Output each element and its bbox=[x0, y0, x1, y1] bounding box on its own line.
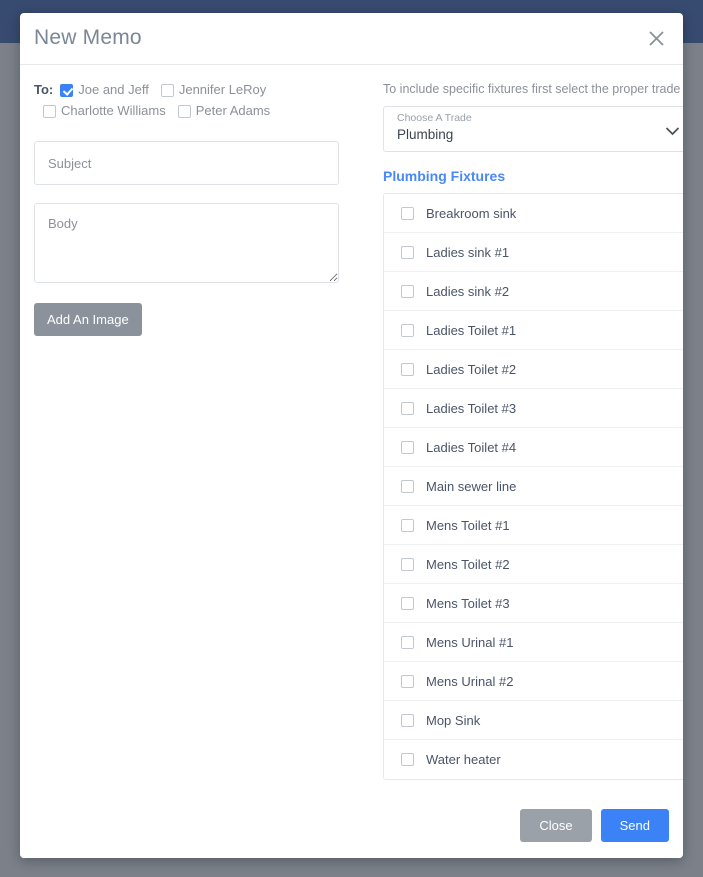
body-input[interactable] bbox=[34, 203, 339, 283]
list-item[interactable]: Ladies sink #1 bbox=[384, 233, 683, 272]
modal-header: New Memo bbox=[20, 13, 683, 65]
fixtures-heading: Plumbing Fixtures bbox=[383, 168, 506, 184]
modal-footer: Close Send bbox=[20, 792, 683, 858]
close-icon bbox=[648, 30, 665, 47]
recipient-label: Jennifer LeRoy bbox=[178, 82, 267, 97]
fixture-label: Mens Urinal #2 bbox=[426, 673, 514, 689]
checkbox-icon[interactable] bbox=[401, 362, 414, 376]
checkbox-icon[interactable] bbox=[401, 440, 414, 454]
recipient-checkbox-1[interactable]: Jennifer LeRoy bbox=[160, 81, 267, 99]
checkbox-icon[interactable] bbox=[401, 206, 414, 220]
list-item[interactable]: Mens Urinal #1 bbox=[384, 623, 683, 662]
fixture-label: Mens Toilet #3 bbox=[426, 595, 510, 611]
fixture-label: Mens Toilet #1 bbox=[426, 517, 510, 533]
list-item[interactable]: Main sewer line bbox=[384, 467, 683, 506]
checkbox-icon[interactable] bbox=[401, 557, 414, 571]
list-item[interactable]: Ladies Toilet #1 bbox=[384, 311, 683, 350]
list-item[interactable]: Mens Toilet #1 bbox=[384, 506, 683, 545]
checkbox-icon[interactable] bbox=[177, 104, 191, 118]
list-item[interactable]: Ladies Toilet #3 bbox=[384, 389, 683, 428]
checkbox-icon[interactable] bbox=[401, 284, 414, 298]
fixture-label: Mop Sink bbox=[426, 712, 481, 728]
list-item[interactable]: Water heater bbox=[384, 740, 683, 779]
checkbox-icon[interactable] bbox=[401, 323, 414, 337]
list-item[interactable]: Mens Urinal #2 bbox=[384, 662, 683, 701]
memo-form-column: To: Joe and Jeff Jennifer LeRoy Charlott… bbox=[34, 81, 359, 792]
fixture-label: Ladies Toilet #1 bbox=[426, 322, 517, 338]
recipients-group: To: Joe and Jeff Jennifer LeRoy Charlott… bbox=[34, 81, 359, 120]
recipient-checkbox-3[interactable]: Peter Adams bbox=[177, 102, 271, 120]
add-image-button[interactable]: Add An Image bbox=[34, 303, 142, 336]
recipients-row-1: To: Joe and Jeff Jennifer LeRoy bbox=[34, 81, 359, 99]
fixtures-hint: To include specific fixtures first selec… bbox=[383, 82, 681, 96]
fixture-label: Ladies sink #1 bbox=[426, 244, 510, 260]
recipient-label: Charlotte Williams bbox=[61, 103, 166, 118]
fixture-label: Ladies sink #2 bbox=[426, 283, 510, 299]
fixture-label: Water heater bbox=[426, 752, 501, 767]
list-item[interactable]: Breakroom sink bbox=[384, 194, 683, 233]
checkbox-icon[interactable] bbox=[401, 401, 414, 415]
recipient-label: Peter Adams bbox=[195, 103, 271, 118]
fixture-label: Ladies Toilet #4 bbox=[426, 439, 517, 455]
fixture-label: Mens Toilet #2 bbox=[426, 556, 510, 572]
list-item[interactable]: Ladies Toilet #4 bbox=[384, 428, 683, 467]
checkbox-icon[interactable] bbox=[401, 518, 414, 532]
new-memo-modal: New Memo To: Joe and Jeff Jennifer LeRoy… bbox=[20, 13, 683, 858]
list-item[interactable]: Ladies Toilet #2 bbox=[384, 350, 683, 389]
checkbox-icon[interactable] bbox=[60, 83, 74, 97]
chevron-down-icon bbox=[665, 123, 680, 141]
recipient-label: Joe and Jeff bbox=[78, 82, 149, 97]
checkbox-icon[interactable] bbox=[401, 596, 414, 610]
trade-select[interactable]: Choose A Trade Plumbing bbox=[383, 106, 683, 152]
to-label: To: bbox=[34, 82, 54, 97]
trade-select-value: Plumbing bbox=[397, 127, 454, 142]
fixture-label: Ladies Toilet #3 bbox=[426, 400, 517, 416]
list-item[interactable]: Ladies sink #2 bbox=[384, 272, 683, 311]
fixtures-list: Breakroom sink Ladies sink #1 Ladies sin… bbox=[383, 193, 683, 780]
modal-body: To: Joe and Jeff Jennifer LeRoy Charlott… bbox=[20, 65, 683, 792]
send-button[interactable]: Send bbox=[600, 808, 669, 842]
fixture-label: Ladies Toilet #2 bbox=[426, 361, 517, 377]
checkbox-icon[interactable] bbox=[401, 713, 414, 727]
fixture-label: Mens Urinal #1 bbox=[426, 634, 514, 650]
list-item[interactable]: Mens Toilet #3 bbox=[384, 584, 683, 623]
close-button[interactable] bbox=[641, 23, 671, 53]
checkbox-icon[interactable] bbox=[401, 635, 414, 649]
checkbox-icon[interactable] bbox=[401, 479, 414, 493]
recipients-row-2: Charlotte Williams Peter Adams bbox=[34, 102, 359, 120]
fixtures-column: To include specific fixtures first selec… bbox=[383, 81, 683, 792]
page-title: New Memo bbox=[34, 26, 142, 49]
fixture-label: Breakroom sink bbox=[426, 205, 517, 221]
checkbox-icon[interactable] bbox=[43, 104, 56, 118]
checkbox-icon[interactable] bbox=[160, 83, 174, 97]
trade-select-label: Choose A Trade bbox=[397, 112, 472, 124]
checkbox-icon[interactable] bbox=[401, 245, 414, 259]
checkbox-icon[interactable] bbox=[401, 753, 414, 766]
list-item[interactable]: Mens Toilet #2 bbox=[384, 545, 683, 584]
recipient-checkbox-0[interactable]: Joe and Jeff bbox=[60, 81, 149, 99]
list-item[interactable]: Mop Sink bbox=[384, 701, 683, 740]
subject-input[interactable] bbox=[34, 141, 339, 185]
close-modal-button[interactable]: Close bbox=[520, 808, 592, 842]
checkbox-icon[interactable] bbox=[401, 674, 414, 688]
fixture-label: Main sewer line bbox=[426, 478, 517, 494]
recipient-checkbox-2[interactable]: Charlotte Williams bbox=[43, 102, 166, 120]
